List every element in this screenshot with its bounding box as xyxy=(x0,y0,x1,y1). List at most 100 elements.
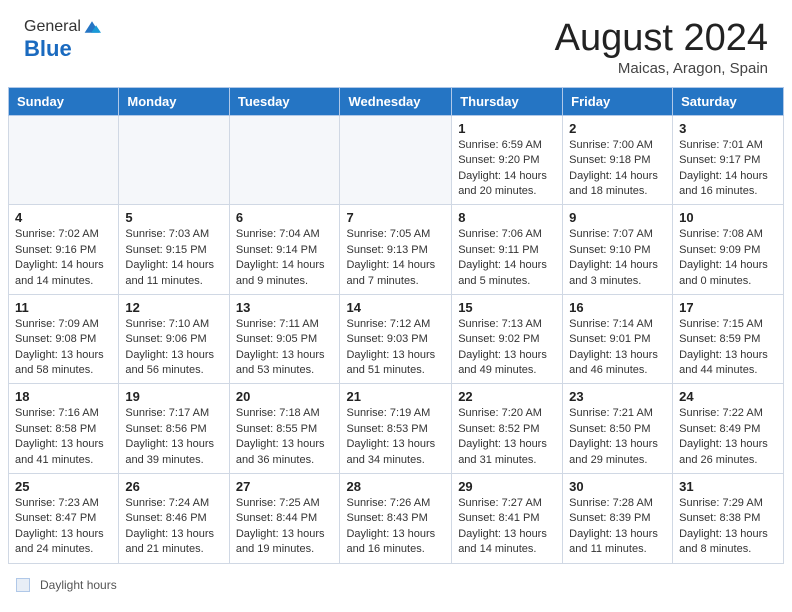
logo-icon xyxy=(83,18,101,36)
calendar-cell xyxy=(9,115,119,205)
day-info: Sunrise: 7:08 AM Sunset: 9:09 PM Dayligh… xyxy=(679,227,777,289)
col-thursday: Thursday xyxy=(452,87,563,115)
day-number: 9 xyxy=(569,210,666,225)
day-info: Sunrise: 7:23 AM Sunset: 8:47 PM Dayligh… xyxy=(15,496,112,558)
day-number: 10 xyxy=(679,210,777,225)
calendar-cell: 14 Sunrise: 7:12 AM Sunset: 9:03 PM Dayli… xyxy=(340,294,452,384)
day-number: 12 xyxy=(125,300,222,315)
day-info: Sunrise: 7:12 AM Sunset: 9:03 PM Dayligh… xyxy=(346,317,445,379)
calendar-cell: 8 Sunrise: 7:06 AM Sunset: 9:11 PM Daylig… xyxy=(452,205,563,295)
day-info: Sunrise: 7:18 AM Sunset: 8:55 PM Dayligh… xyxy=(236,406,334,468)
calendar-cell xyxy=(340,115,452,205)
calendar-cell: 29 Sunrise: 7:27 AM Sunset: 8:41 PM Dayli… xyxy=(452,474,563,564)
day-number: 19 xyxy=(125,389,222,404)
calendar-cell: 4Sunrise: 7:02 AM Sunset: 9:16 PM Daylig… xyxy=(9,205,119,295)
day-info: Sunrise: 7:05 AM Sunset: 9:13 PM Dayligh… xyxy=(346,227,445,289)
day-number: 27 xyxy=(236,479,334,494)
day-info: Sunrise: 6:59 AM Sunset: 9:20 PM Dayligh… xyxy=(458,138,556,200)
day-number: 17 xyxy=(679,300,777,315)
day-number: 5 xyxy=(125,210,222,225)
calendar-cell: 24Sunrise: 7:22 AM Sunset: 8:49 PM Dayli… xyxy=(673,384,784,474)
calendar-cell: 28 Sunrise: 7:26 AM Sunset: 8:43 PM Dayli… xyxy=(340,474,452,564)
day-info: Sunrise: 7:10 AM Sunset: 9:06 PM Dayligh… xyxy=(125,317,222,379)
day-info: Sunrise: 7:16 AM Sunset: 8:58 PM Dayligh… xyxy=(15,406,112,468)
calendar-cell: 30 Sunrise: 7:28 AM Sunset: 8:39 PM Dayli… xyxy=(563,474,673,564)
day-number: 23 xyxy=(569,389,666,404)
calendar-week-row: 11Sunrise: 7:09 AM Sunset: 9:08 PM Dayli… xyxy=(9,294,784,384)
page-container: General Blue August 2024 Maicas, Aragon,… xyxy=(0,0,792,596)
day-number: 7 xyxy=(346,210,445,225)
calendar-cell: 16 Sunrise: 7:14 AM Sunset: 9:01 PM Dayli… xyxy=(563,294,673,384)
logo-general-text: General xyxy=(24,18,81,35)
day-info: Sunrise: 7:09 AM Sunset: 9:08 PM Dayligh… xyxy=(15,317,112,379)
day-info: Sunrise: 7:00 AM Sunset: 9:18 PM Dayligh… xyxy=(569,138,666,200)
day-number: 2 xyxy=(569,121,666,136)
calendar-cell: 7 Sunrise: 7:05 AM Sunset: 9:13 PM Daylig… xyxy=(340,205,452,295)
day-number: 15 xyxy=(458,300,556,315)
calendar-cell: 15 Sunrise: 7:13 AM Sunset: 9:02 PM Dayli… xyxy=(452,294,563,384)
calendar-cell: 6 Sunrise: 7:04 AM Sunset: 9:14 PM Daylig… xyxy=(229,205,340,295)
calendar-cell xyxy=(119,115,229,205)
calendar-cell: 18 Sunrise: 7:16 AM Sunset: 8:58 PM Dayli… xyxy=(9,384,119,474)
col-friday: Friday xyxy=(563,87,673,115)
day-number: 22 xyxy=(458,389,556,404)
day-number: 20 xyxy=(236,389,334,404)
day-number: 8 xyxy=(458,210,556,225)
calendar-cell: 12 Sunrise: 7:10 AM Sunset: 9:06 PM Dayli… xyxy=(119,294,229,384)
day-info: Sunrise: 7:14 AM Sunset: 9:01 PM Dayligh… xyxy=(569,317,666,379)
day-info: Sunrise: 7:04 AM Sunset: 9:14 PM Dayligh… xyxy=(236,227,334,289)
day-info: Sunrise: 7:24 AM Sunset: 8:46 PM Dayligh… xyxy=(125,496,222,558)
calendar-cell: 13Sunrise: 7:11 AM Sunset: 9:05 PM Dayli… xyxy=(229,294,340,384)
calendar-cell: 11Sunrise: 7:09 AM Sunset: 9:08 PM Dayli… xyxy=(9,294,119,384)
calendar-cell: 1Sunrise: 6:59 AM Sunset: 9:20 PM Daylig… xyxy=(452,115,563,205)
day-number: 18 xyxy=(15,389,112,404)
daylight-label: Daylight hours xyxy=(40,578,117,592)
calendar-cell: 21 Sunrise: 7:19 AM Sunset: 8:53 PM Dayli… xyxy=(340,384,452,474)
day-info: Sunrise: 7:27 AM Sunset: 8:41 PM Dayligh… xyxy=(458,496,556,558)
calendar-cell: 25Sunrise: 7:23 AM Sunset: 8:47 PM Dayli… xyxy=(9,474,119,564)
calendar-cell: 5 Sunrise: 7:03 AM Sunset: 9:15 PM Daylig… xyxy=(119,205,229,295)
day-number: 21 xyxy=(346,389,445,404)
day-info: Sunrise: 7:13 AM Sunset: 9:02 PM Dayligh… xyxy=(458,317,556,379)
logo-area: General Blue xyxy=(24,18,101,62)
day-number: 16 xyxy=(569,300,666,315)
footer-note: Daylight hours xyxy=(0,572,792,596)
daylight-legend-box xyxy=(16,578,30,592)
calendar-header-row: Sunday Monday Tuesday Wednesday Thursday… xyxy=(9,87,784,115)
calendar-cell: 31 Sunrise: 7:29 AM Sunset: 8:38 PM Dayli… xyxy=(673,474,784,564)
calendar-week-row: 25Sunrise: 7:23 AM Sunset: 8:47 PM Dayli… xyxy=(9,474,784,564)
day-info: Sunrise: 7:03 AM Sunset: 9:15 PM Dayligh… xyxy=(125,227,222,289)
calendar-cell: 3Sunrise: 7:01 AM Sunset: 9:17 PM Daylig… xyxy=(673,115,784,205)
calendar-cell: 26 Sunrise: 7:24 AM Sunset: 8:46 PM Dayli… xyxy=(119,474,229,564)
day-number: 4 xyxy=(15,210,112,225)
day-info: Sunrise: 7:29 AM Sunset: 8:38 PM Dayligh… xyxy=(679,496,777,558)
day-info: Sunrise: 7:26 AM Sunset: 8:43 PM Dayligh… xyxy=(346,496,445,558)
day-number: 30 xyxy=(569,479,666,494)
day-info: Sunrise: 7:28 AM Sunset: 8:39 PM Dayligh… xyxy=(569,496,666,558)
month-year-title: August 2024 xyxy=(555,18,768,60)
calendar-week-row: 1Sunrise: 6:59 AM Sunset: 9:20 PM Daylig… xyxy=(9,115,784,205)
calendar-cell xyxy=(229,115,340,205)
day-number: 6 xyxy=(236,210,334,225)
calendar-week-row: 18 Sunrise: 7:16 AM Sunset: 8:58 PM Dayli… xyxy=(9,384,784,474)
calendar-wrapper: Sunday Monday Tuesday Wednesday Thursday… xyxy=(0,87,792,572)
day-info: Sunrise: 7:01 AM Sunset: 9:17 PM Dayligh… xyxy=(679,138,777,200)
calendar-cell: 19Sunrise: 7:17 AM Sunset: 8:56 PM Dayli… xyxy=(119,384,229,474)
day-number: 26 xyxy=(125,479,222,494)
day-info: Sunrise: 7:06 AM Sunset: 9:11 PM Dayligh… xyxy=(458,227,556,289)
day-info: Sunrise: 7:07 AM Sunset: 9:10 PM Dayligh… xyxy=(569,227,666,289)
logo: General Blue xyxy=(24,18,101,62)
day-info: Sunrise: 7:15 AM Sunset: 8:59 PM Dayligh… xyxy=(679,317,777,379)
col-monday: Monday xyxy=(119,87,229,115)
day-info: Sunrise: 7:20 AM Sunset: 8:52 PM Dayligh… xyxy=(458,406,556,468)
day-info: Sunrise: 7:21 AM Sunset: 8:50 PM Dayligh… xyxy=(569,406,666,468)
calendar-cell: 20 Sunrise: 7:18 AM Sunset: 8:55 PM Dayli… xyxy=(229,384,340,474)
calendar-cell: 10 Sunrise: 7:08 AM Sunset: 9:09 PM Dayli… xyxy=(673,205,784,295)
day-number: 28 xyxy=(346,479,445,494)
day-info: Sunrise: 7:19 AM Sunset: 8:53 PM Dayligh… xyxy=(346,406,445,468)
col-tuesday: Tuesday xyxy=(229,87,340,115)
calendar-table: Sunday Monday Tuesday Wednesday Thursday… xyxy=(8,87,784,564)
day-number: 31 xyxy=(679,479,777,494)
day-number: 29 xyxy=(458,479,556,494)
day-number: 14 xyxy=(346,300,445,315)
